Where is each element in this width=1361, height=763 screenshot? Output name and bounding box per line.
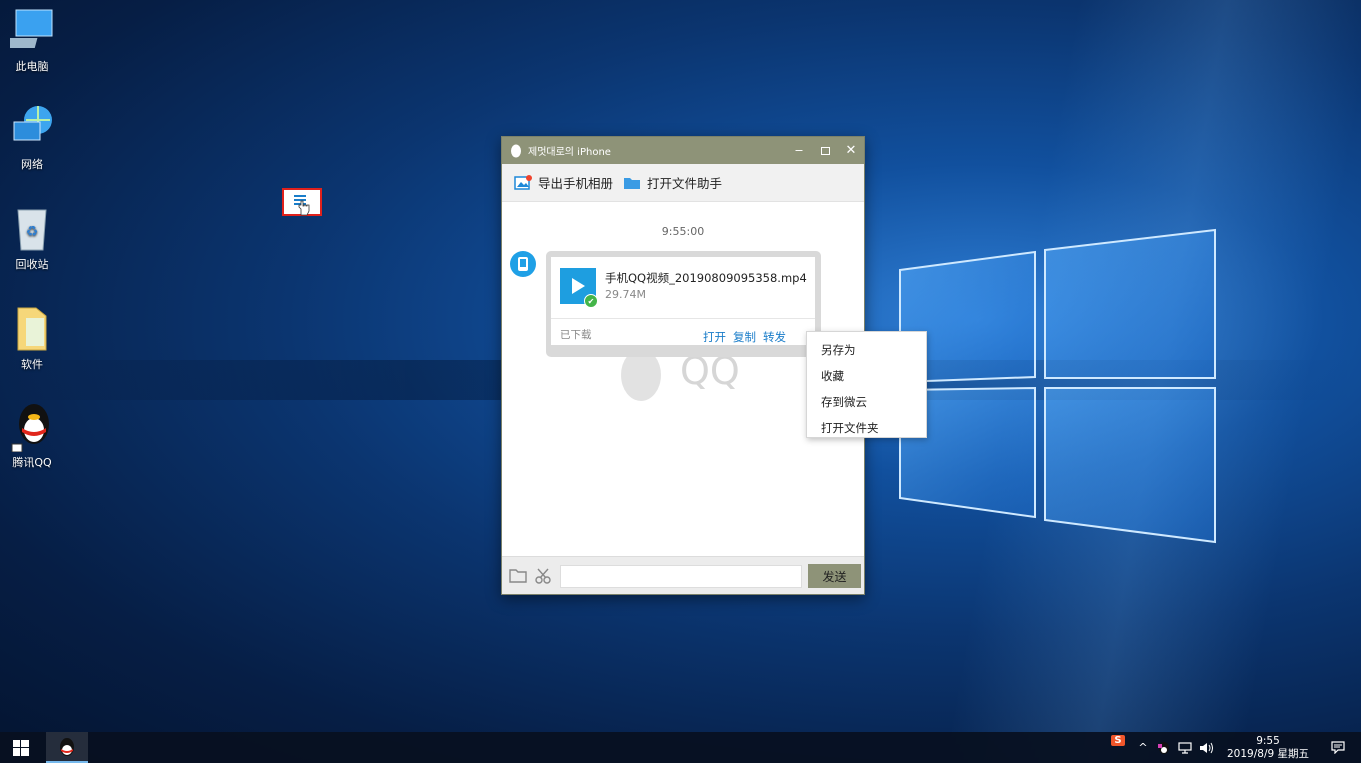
svg-text:♻: ♻ — [26, 224, 39, 240]
phone-icon — [518, 257, 528, 271]
window-title: 제멋대로의 iPhone — [528, 147, 611, 158]
computer-icon — [0, 6, 54, 54]
file-context-menu: 另存为 收藏 存到微云 打开文件夹 — [806, 331, 927, 438]
download-complete-icon: ✔ — [584, 294, 598, 308]
wallpaper-windows-logo — [899, 228, 1216, 544]
export-album-button[interactable]: 导出手机相册 — [514, 173, 613, 192]
clock-time: 9:55 — [1256, 735, 1280, 747]
folder-icon — [624, 177, 641, 189]
desktop-icon-label: 此电脑 — [15, 60, 49, 73]
hand-cursor-icon — [298, 200, 310, 216]
qq-penguin-icon — [60, 737, 74, 756]
folder-icon — [10, 304, 54, 352]
export-album-label: 导出手机相册 — [538, 176, 614, 191]
folder-icon[interactable] — [509, 568, 527, 584]
desktop-icon-label: 腾讯QQ — [12, 456, 52, 469]
chevron-up-icon: ^ — [1138, 741, 1148, 754]
action-center-button[interactable] — [1326, 732, 1350, 763]
open-file-helper-label: 打开文件助手 — [647, 176, 723, 191]
tray-qq-button[interactable] — [1155, 732, 1173, 763]
open-file-link[interactable]: 打开 — [703, 329, 726, 345]
desktop-icon-computer[interactable]: 此电脑 — [0, 6, 60, 74]
start-button[interactable] — [0, 732, 42, 763]
network-icon — [10, 104, 54, 152]
volume-icon — [1200, 742, 1213, 753]
desktop-icon-label: 软件 — [21, 358, 43, 371]
minimize-button[interactable]: ‒ — [786, 137, 812, 164]
tray-expand-button[interactable]: ^ — [1134, 732, 1152, 763]
sogou-ime-icon: S — [1111, 735, 1125, 746]
qq-logo-icon — [511, 144, 521, 157]
desktop-icon-network[interactable]: 网络 — [4, 104, 60, 172]
file-size: 29.74M — [605, 288, 646, 301]
send-button[interactable]: 发送 — [808, 564, 861, 588]
minimize-icon: ‒ — [794, 143, 804, 158]
input-bar: 发送 — [502, 556, 864, 594]
file-status: 已下载 — [560, 329, 592, 341]
message-input[interactable] — [560, 565, 802, 588]
menu-item-save-as[interactable]: 另存为 — [807, 337, 926, 363]
taskbar-app-qq[interactable] — [46, 732, 88, 763]
scissors-icon[interactable] — [534, 567, 552, 585]
desktop-icon-label: 回收站 — [15, 258, 49, 271]
copy-file-link[interactable]: 复制 — [733, 329, 756, 345]
open-file-helper-button[interactable]: 打开文件助手 — [623, 173, 722, 192]
file-more-menu-button[interactable] — [282, 188, 322, 216]
file-card-divider — [551, 318, 815, 319]
file-name: 手机QQ视频_20190809095358.mp4 — [605, 271, 807, 285]
maximize-button[interactable] — [812, 137, 838, 164]
close-icon: ✕ — [845, 143, 857, 158]
qq-penguin-icon — [10, 402, 54, 453]
desktop-icon-recycle-bin[interactable]: ♻ 回收站 — [4, 204, 60, 272]
desktop-icon-label: 网络 — [21, 158, 43, 171]
notification-icon — [1331, 741, 1345, 754]
qq-tray-icon — [1158, 741, 1169, 754]
taskbar: S ^ 9:55 2019/8/9 星期五 — [0, 732, 1361, 763]
menu-item-open-folder[interactable]: 打开文件夹 — [807, 415, 926, 441]
maximize-icon — [820, 146, 830, 155]
photo-export-icon — [514, 174, 532, 190]
window-titlebar[interactable]: 제멋대로의 iPhone ‒ ✕ — [502, 137, 864, 164]
tray-volume-button[interactable] — [1197, 732, 1215, 763]
file-card[interactable]: ✔ 手机QQ视频_20190809095358.mp4 29.74M 已下载 打… — [551, 257, 815, 345]
tray-network-button[interactable] — [1176, 732, 1194, 763]
menu-item-favorite[interactable]: 收藏 — [807, 363, 926, 389]
window-toolbar: 导出手机相册 打开文件助手 — [502, 164, 864, 202]
play-icon — [572, 278, 585, 294]
forward-file-link[interactable]: 转发 — [763, 329, 786, 345]
clock-date: 2019/8/9 星期五 — [1227, 748, 1309, 760]
desktop-icon-software[interactable]: 软件 — [4, 304, 60, 372]
windows-start-icon — [13, 739, 29, 756]
menu-item-save-to-weiyun[interactable]: 存到微云 — [807, 389, 926, 415]
ime-sogou-button[interactable]: S — [1108, 732, 1128, 763]
close-button[interactable]: ✕ — [838, 137, 864, 164]
message-timestamp: 9:55:00 — [661, 225, 705, 238]
network-icon — [1178, 741, 1192, 754]
file-message-bubble: ✔ 手机QQ视频_20190809095358.mp4 29.74M 已下载 打… — [546, 251, 821, 357]
desktop-icon-qq[interactable]: 腾讯QQ — [4, 402, 60, 470]
recycle-bin-icon: ♻ — [10, 204, 54, 252]
taskbar-clock[interactable]: 9:55 2019/8/9 星期五 — [1222, 735, 1314, 761]
device-avatar[interactable] — [510, 251, 536, 277]
